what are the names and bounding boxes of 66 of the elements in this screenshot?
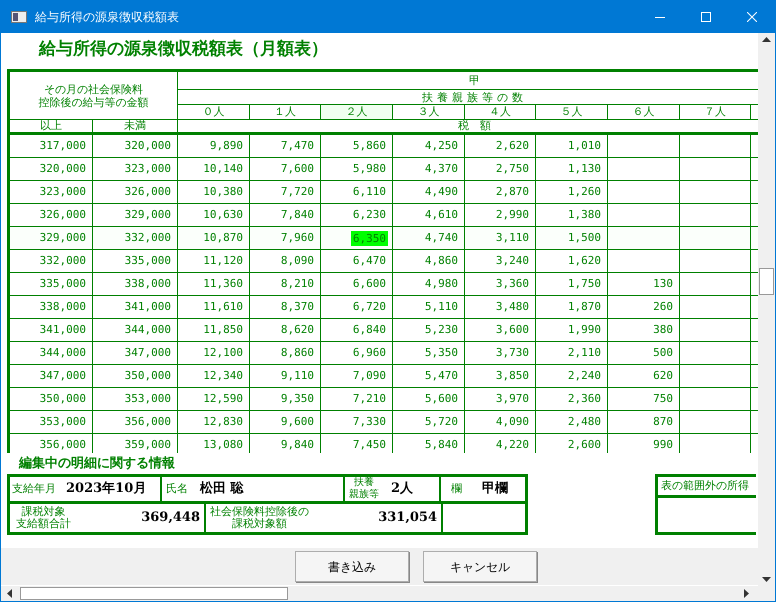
- field-label: 扶養: [354, 477, 374, 488]
- header-text: その月の社会保険料: [44, 82, 143, 96]
- table-row[interactable]: 335,000 338,000 11,360 8,210 6,600 4,980 3,360 1,750 130: [10, 273, 758, 296]
- window-title: 給与所得の源泉徴収税額表: [35, 9, 179, 26]
- table-row[interactable]: 320,000 323,000 10,140 7,600 5,980 4,370 2,750 1,130: [10, 158, 758, 181]
- table-cell: 13,080: [178, 434, 250, 453]
- panel-title: 表の範囲外の所得: [661, 479, 749, 493]
- dialog-button[interactable]: 書き込み: [295, 551, 409, 582]
- minimize-icon: [655, 16, 665, 18]
- scroll-left-icon: [7, 589, 12, 598]
- table-cell: 990: [608, 434, 680, 453]
- maximize-icon: [701, 12, 711, 22]
- header-cell: ５人: [536, 105, 608, 120]
- close-icon: [747, 12, 757, 22]
- app-icon: [11, 11, 27, 23]
- table-cell: 6,350: [350, 230, 388, 246]
- field-label: 親族等: [349, 489, 379, 501]
- section-title: 編集中の明細に関する情報: [19, 456, 176, 472]
- scroll-down-icon: [762, 577, 771, 582]
- header-cell: ３人: [393, 105, 465, 120]
- table-row[interactable]: 317,000 320,000 9,890 7,470 5,860 4,250 2,620 1,010: [10, 135, 758, 158]
- taxable-total-value: 369,448: [141, 509, 200, 528]
- table-cell: 356,000: [10, 434, 93, 453]
- column-value: 甲欄: [482, 480, 508, 498]
- header-cell: ２人: [321, 105, 393, 120]
- table-row[interactable]: 353,000 356,000 12,830 9,600 7,330 5,720 4,090 2,480 870: [10, 411, 758, 434]
- table-cell: 4,220: [465, 434, 536, 453]
- field-label: 欄: [451, 480, 462, 497]
- scroll-up-icon: [762, 37, 771, 42]
- table-row[interactable]: 350,000 353,000 12,590 9,350 7,210 5,600 3,970 2,360 750: [10, 388, 758, 411]
- horizontal-scrollbar[interactable]: [1, 586, 775, 601]
- field-label: 社会保険料控除後の: [210, 506, 309, 518]
- table-row[interactable]: 329,000 332,000 10,870 7,960 6,350 4,740 3,110 1,500: [10, 227, 758, 250]
- scroll-thumb[interactable]: [20, 587, 288, 600]
- table-row[interactable]: 344,000 347,000 12,100 8,860 6,960 5,350 3,730 2,110 500: [10, 342, 758, 365]
- table-cell: 359,000: [93, 434, 178, 453]
- table-row[interactable]: 332,000 335,000 11,120 8,090 6,470 4,860 3,240 1,620: [10, 250, 758, 273]
- vertical-scrollbar[interactable]: [758, 33, 775, 586]
- header-cell: ７人: [680, 105, 751, 120]
- table-row[interactable]: 347,000 350,000 12,340 9,110 7,090 5,470 3,850 2,240 620: [10, 365, 758, 388]
- scroll-thumb[interactable]: [759, 268, 774, 295]
- field-label: 支給額合計: [16, 518, 71, 530]
- dialog-button[interactable]: キャンセル: [423, 551, 537, 582]
- field-label: 支給年月: [12, 480, 56, 497]
- table-row[interactable]: 341,000 344,000 11,850 8,620 6,840 5,230 3,600 1,990 380: [10, 319, 758, 342]
- header-cell: ４人: [465, 105, 536, 120]
- pay-month-value: 2023年10月: [66, 480, 146, 498]
- field-label: 氏名: [166, 480, 188, 497]
- field-label: 課税対象: [22, 506, 66, 518]
- dependents-value: 2人: [391, 480, 414, 498]
- header-cell: ６人: [608, 105, 680, 120]
- name-value: 松田 聡: [200, 480, 244, 498]
- field-label: 課税対象額: [232, 518, 287, 530]
- scroll-right-icon: [744, 589, 749, 598]
- table-cell: 9,840: [250, 434, 321, 453]
- page-heading: 給与所得の源泉徴収税額表（月額表）: [39, 38, 329, 61]
- header-text: 控除後の給与等の金額: [38, 96, 148, 108]
- table-cell: 7,450: [321, 434, 393, 453]
- header-cell: ０人: [178, 105, 250, 120]
- table-cell: 2,600: [536, 434, 608, 453]
- table-row[interactable]: 338,000 341,000 11,610 8,370 6,720 5,110 3,480 1,870 260: [10, 296, 758, 319]
- header-cell-text: 税 額: [457, 120, 492, 132]
- table-row[interactable]: 326,000 329,000 10,630 7,840 6,230 4,610 2,990 1,380: [10, 204, 758, 227]
- table-cell: 5,840: [393, 434, 465, 453]
- after-insurance-value: 331,054: [378, 509, 437, 528]
- table-row[interactable]: 323,000 326,000 10,380 7,720 6,110 4,490 2,870 1,260: [10, 181, 758, 204]
